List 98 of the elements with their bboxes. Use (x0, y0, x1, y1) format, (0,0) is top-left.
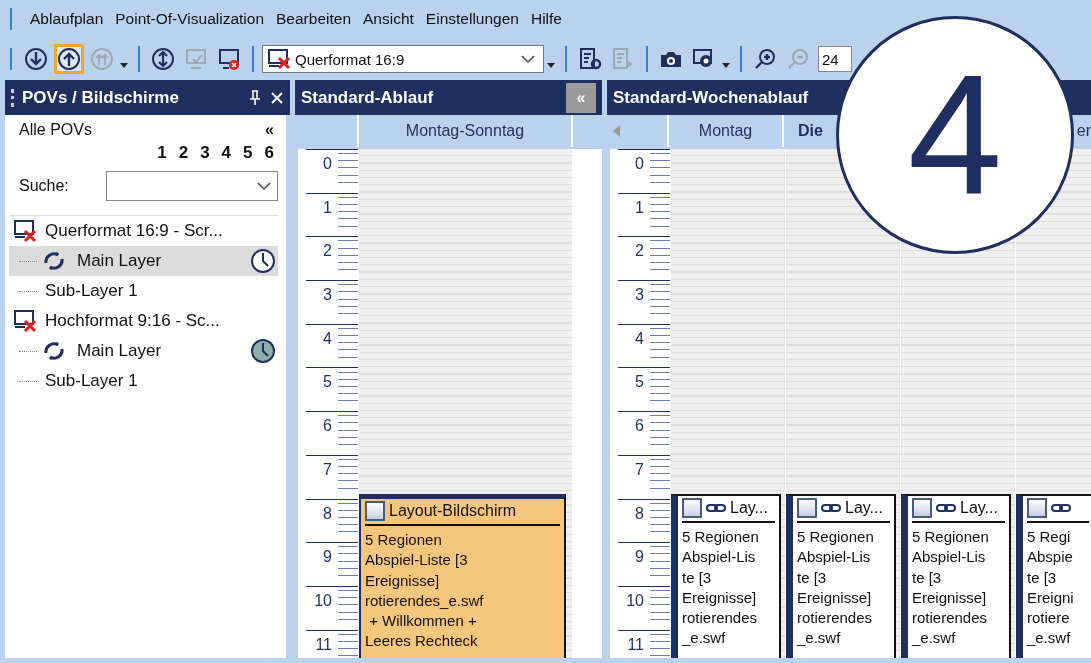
arrow-down-circle-icon (24, 47, 48, 71)
all-povs-label: Alle POVs (19, 121, 92, 139)
hour-label: 9 (635, 548, 644, 568)
panel-title: Standard-Ablauf (301, 87, 434, 108)
chevron-down-icon (257, 181, 271, 191)
event-title: Lay... (730, 499, 768, 517)
hour-label: 4 (635, 329, 644, 349)
hour-label: 5 (635, 373, 644, 393)
event-title: Lay... (960, 499, 998, 517)
hour-label: 1 (323, 198, 332, 218)
time-range-field[interactable]: 24 (818, 46, 852, 72)
hour-label: 2 (635, 242, 644, 262)
link-icon (706, 502, 726, 514)
hour-label: 0 (635, 155, 644, 174)
window-icon (797, 498, 817, 518)
hour-label: 1 (635, 198, 644, 218)
hour-label: 3 (323, 286, 332, 306)
close-icon[interactable] (270, 90, 284, 105)
monitor-x-icon (217, 47, 241, 71)
column-header: Montag-Sonntag (359, 115, 573, 147)
menu-item[interactable]: Bearbeiten (276, 10, 351, 28)
menu-item[interactable]: Ablaufplan (30, 10, 104, 28)
event-card[interactable]: Lay... 5 Regionen Abspiel-Lis te [3 Ereignisse] rotierendes _e.swf (786, 494, 896, 658)
hour-label: 0 (323, 155, 332, 174)
double-arrow-up-icon (90, 47, 114, 71)
hour-label: 6 (635, 417, 644, 437)
monitor-x-icon (13, 309, 39, 333)
pov-number-button[interactable]: 6 (264, 143, 274, 163)
hour-label: 11 (315, 635, 332, 655)
pov-number-button[interactable]: 3 (200, 143, 210, 163)
menu-item[interactable]: Ansicht (363, 10, 414, 28)
hour-label: 8 (635, 504, 644, 524)
column-header: er (1076, 122, 1091, 140)
collapse-button[interactable]: « (265, 121, 274, 139)
hour-label: 5 (323, 373, 332, 393)
screen-format-dropdown[interactable]: Querformat 16:9 (262, 45, 544, 73)
zoom-out-icon (786, 47, 810, 71)
monitor-check-icon (184, 47, 208, 71)
menu-item[interactable]: Einstellungen (425, 10, 519, 28)
event-card[interactable]: Layout-Bildschirm 5 Regionen Abspiel-Liste [3 Ereignisse] rotierendes_e.swf + Willkommen + Leeres Rechteck (359, 494, 566, 658)
tree-item[interactable]: Querformat 16:9 - Scr... (9, 216, 278, 246)
pov-number-button[interactable]: 5 (243, 143, 253, 163)
tree-item[interactable]: Sub-Layer 1 (9, 276, 278, 306)
event-description: 5 Regionen Abspiel-Lis te [3 Ereignisse] rotierendes _e.swf (682, 527, 760, 649)
tree-item[interactable]: Main Layer (9, 336, 278, 366)
panel-title: POVs / Bildschirme (22, 87, 179, 108)
hour-label: 10 (626, 591, 644, 611)
window-icon (365, 501, 385, 521)
chevron-down-icon (521, 54, 535, 64)
tree-item[interactable]: Hochformat 9:16 - Sc... (9, 306, 278, 336)
monitor-x-icon (267, 48, 293, 70)
document-play-icon (611, 47, 635, 71)
monitor-x-icon (13, 219, 39, 243)
tree-item[interactable]: Sub-Layer 1 (9, 366, 278, 396)
sync-icon (43, 342, 65, 360)
event-description: 5 Regi Abspie te [3 Ereigni rotiere _e.swf (1027, 527, 1075, 649)
hour-label: 11 (627, 635, 644, 655)
event-card[interactable]: 5 Regi Abspie te [3 Ereigni rotiere _e.swf (1016, 494, 1091, 658)
up-button[interactable] (54, 44, 84, 74)
hour-label: 3 (635, 286, 644, 306)
hour-label: 7 (635, 460, 644, 480)
panel-title: Standard-Wochenablauf (613, 87, 809, 108)
column-header: Die (798, 122, 823, 140)
window-icon (912, 498, 932, 518)
column-header: Montag (698, 122, 753, 140)
pov-number-button[interactable]: 4 (221, 143, 232, 163)
event-description: 5 Regionen Abspiel-Lis te [3 Ereignisse] rotierendes _e.swf (797, 527, 875, 649)
document-gear-icon (578, 47, 602, 71)
arrow-up-circle-icon (57, 47, 81, 71)
event-card[interactable]: Lay... 5 Regionen Abspiel-Lis te [3 Ereignisse] rotierendes _e.swf (901, 494, 1011, 658)
tree-item[interactable]: Main Layer (9, 246, 278, 276)
search-dropdown[interactable] (106, 171, 278, 201)
event-title: Layout-Bildschirm (389, 502, 517, 520)
arrow-up-down-icon (151, 47, 175, 71)
event-card[interactable]: Lay... 5 Regionen Abspiel-Lis te [3 Ereignisse] rotierendes _e.swf (671, 494, 781, 658)
pov-number-button[interactable]: 1 (157, 143, 167, 163)
hour-label: 4 (323, 329, 332, 349)
pov-number-button[interactable]: 2 (178, 143, 189, 163)
event-title: Lay... (845, 499, 883, 517)
pin-icon[interactable] (248, 89, 262, 106)
event-description: 5 Regionen Abspiel-Lis te [3 Ereignisse] rotierendes _e.swf (912, 527, 990, 649)
event-description: 5 Regionen Abspiel-Liste [3 Ereignisse] rotierendes_e.swf + Willkommen + Leeres Rechteck (365, 530, 485, 652)
hour-label: 8 (323, 504, 332, 524)
sync-icon (43, 252, 65, 270)
hour-label: 9 (323, 548, 332, 568)
link-icon (821, 502, 841, 514)
menu-item[interactable]: Point-Of-Visualization (115, 10, 265, 28)
link-icon (936, 502, 956, 514)
hour-label: 10 (314, 591, 332, 611)
search-label: Suche: (19, 177, 69, 195)
link-icon (1051, 502, 1071, 514)
hour-label: 2 (323, 242, 332, 262)
zoom-in-icon (753, 47, 777, 71)
menu-item[interactable]: Hilfe (530, 10, 562, 28)
window-icon (1027, 498, 1047, 518)
hour-label: 6 (323, 417, 332, 437)
window-icon (682, 498, 702, 518)
hour-label: 7 (323, 460, 332, 480)
